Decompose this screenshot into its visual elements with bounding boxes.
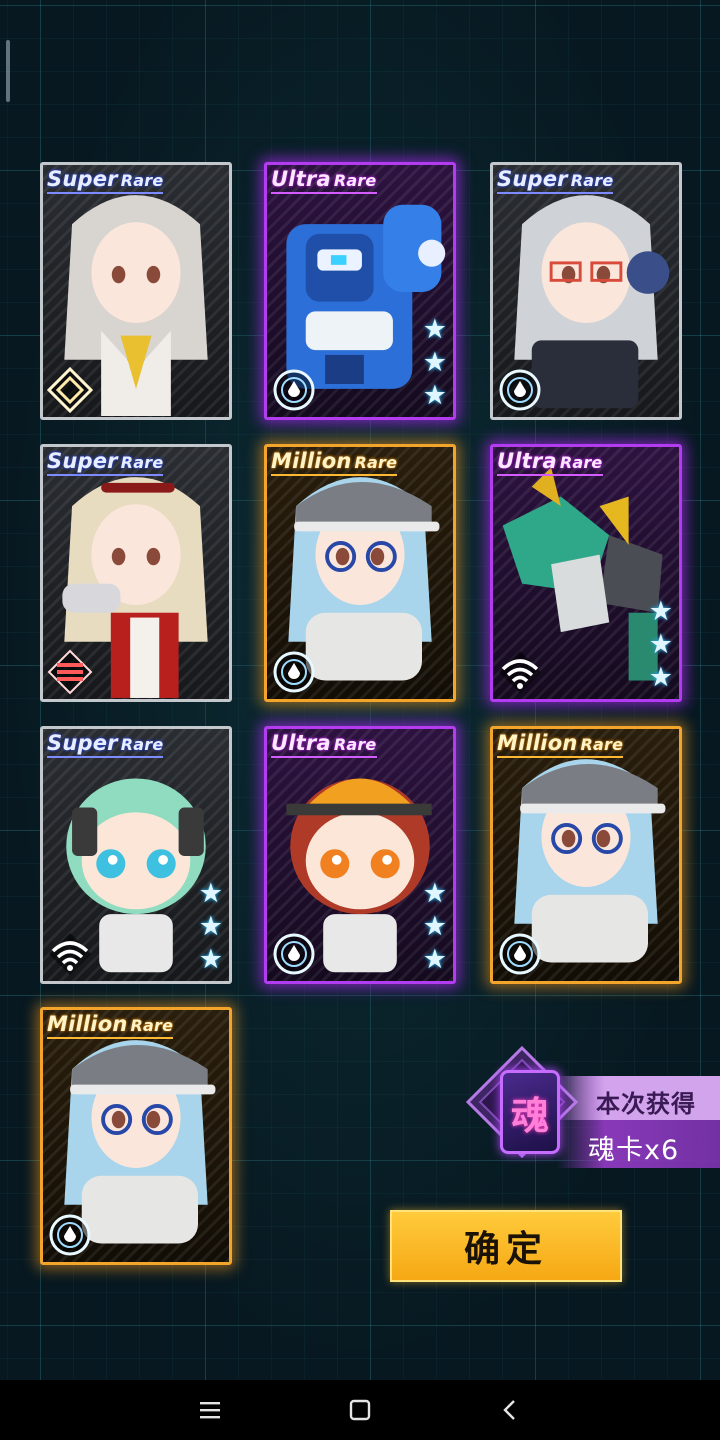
star-rating: ★ ★ ★ [649, 597, 673, 693]
star-rating: ★ ★ ★ [423, 879, 447, 975]
rarity-label: Super Rare [47, 167, 164, 194]
rarity-sub: Rare [120, 453, 164, 472]
wifi-signal-icon [497, 649, 543, 695]
back-chevron-icon[interactable] [470, 1380, 550, 1440]
reward-count: 魂卡x6 [588, 1135, 680, 1166]
rarity-sub: Rare [333, 171, 377, 190]
rarity-sub: Rare [120, 171, 164, 190]
character-card[interactable]: Ultra Rare ★ ★ ★ [264, 162, 456, 420]
rarity-sub: Rare [580, 735, 624, 754]
star-icon: ★ [422, 878, 447, 909]
star-rating: ★ ★ ★ [423, 315, 447, 411]
rarity-label: Ultra Rare [497, 449, 603, 476]
star-icon: ★ [198, 911, 223, 942]
character-card[interactable]: Super Rare ★ ★ ★ [40, 726, 232, 984]
confirm-label: 确定 [463, 1229, 548, 1270]
character-card[interactable]: Million Rare [490, 726, 682, 984]
rarity-label: Million Rare [497, 731, 624, 758]
star-icon: ★ [648, 596, 673, 627]
character-card[interactable]: Super Rare [40, 162, 232, 420]
rarity-main: Million [497, 731, 578, 755]
soul-card-glyph: 魂 [510, 1093, 549, 1138]
rarity-sub: Rare [120, 735, 164, 754]
home-square-icon[interactable] [320, 1380, 400, 1440]
circle-drop-icon [271, 649, 317, 695]
character-card[interactable]: Million Rare [40, 1007, 232, 1265]
rarity-main: Million [271, 449, 352, 473]
character-card[interactable]: Ultra Rare ★ ★ ★ [264, 726, 456, 984]
rarity-label: Super Rare [497, 167, 614, 194]
wifi-signal-icon [47, 931, 93, 977]
rarity-label: Super Rare [47, 449, 164, 476]
soul-card-icon: 魂 [500, 1070, 560, 1154]
star-icon: ★ [648, 629, 673, 660]
rarity-label: Super Rare [47, 731, 164, 758]
reward-panel: 魂 本次获得 魂卡x6 [456, 1040, 720, 1180]
edge-indicator [6, 40, 10, 102]
star-rating: ★ ★ ★ [199, 879, 223, 975]
star-icon: ★ [198, 944, 223, 975]
circle-drop-icon [47, 1212, 93, 1258]
star-icon: ★ [198, 878, 223, 909]
menu-icon[interactable] [170, 1380, 250, 1440]
star-icon: ★ [422, 944, 447, 975]
circle-drop-icon [271, 367, 317, 413]
rarity-label: Million Rare [271, 449, 398, 476]
star-icon: ★ [648, 662, 673, 693]
rarity-label: Million Rare [47, 1012, 174, 1039]
rarity-main: Super [47, 167, 118, 191]
rarity-main: Ultra [271, 731, 331, 755]
rarity-sub: Rare [559, 453, 603, 472]
rarity-label: Ultra Rare [271, 167, 377, 194]
reward-title: 本次获得 [596, 1090, 696, 1118]
circle-drop-icon [271, 931, 317, 977]
character-card[interactable]: Super Rare [490, 162, 682, 420]
rarity-sub: Rare [333, 735, 377, 754]
star-icon: ★ [422, 314, 447, 345]
character-card[interactable]: Ultra Rare ★ ★ ★ [490, 444, 682, 702]
diamond-emblem-icon [46, 366, 94, 414]
rarity-sub: Rare [354, 453, 398, 472]
rarity-main: Ultra [271, 167, 331, 191]
rarity-label: Ultra Rare [271, 731, 377, 758]
rarity-main: Super [47, 731, 118, 755]
star-icon: ★ [422, 911, 447, 942]
character-card[interactable]: Super Rare [40, 444, 232, 702]
rarity-sub: Rare [570, 171, 614, 190]
rarity-main: Million [47, 1012, 128, 1036]
system-navbar [0, 1380, 720, 1440]
star-icon: ★ [422, 347, 447, 378]
circle-drop-icon [497, 367, 543, 413]
circle-drop-icon [497, 931, 543, 977]
rarity-main: Ultra [497, 449, 557, 473]
star-icon: ★ [422, 380, 447, 411]
rarity-main: Super [497, 167, 568, 191]
confirm-button[interactable]: 确定 [390, 1210, 622, 1282]
character-card[interactable]: Million Rare [264, 444, 456, 702]
rarity-main: Super [47, 449, 118, 473]
cross-shield-icon [47, 649, 93, 695]
rarity-sub: Rare [130, 1016, 174, 1035]
